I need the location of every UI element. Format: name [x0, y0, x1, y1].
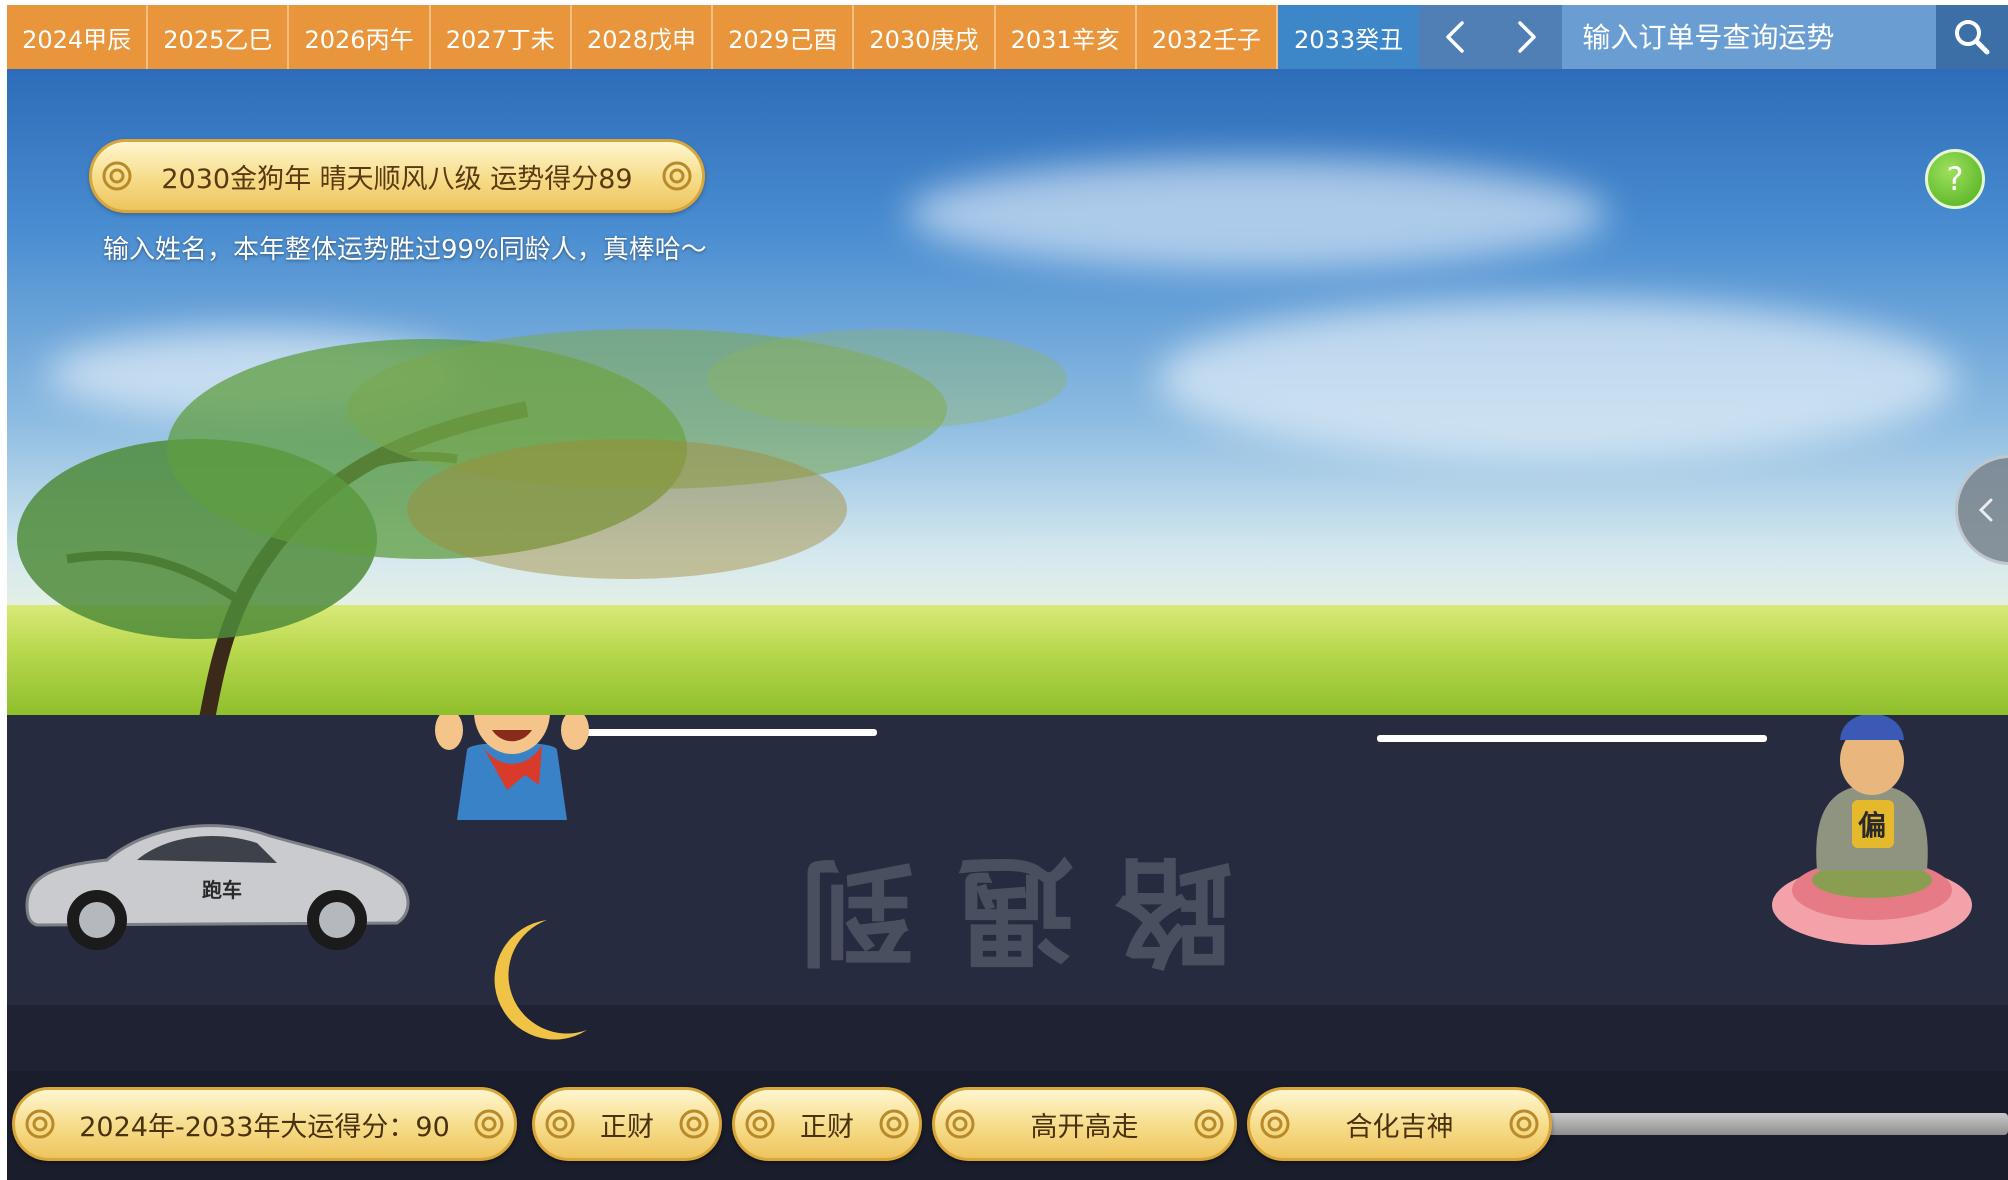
- swirl-ornament-icon: [945, 1109, 975, 1139]
- tag-label: 正财: [800, 1111, 854, 1143]
- swirl-ornament-icon: [1260, 1109, 1290, 1139]
- next-year-button[interactable]: [1490, 5, 1563, 69]
- swirl-ornament-icon: [679, 1109, 709, 1139]
- tab-year-2033[interactable]: 2033癸丑: [1277, 5, 1420, 69]
- road-painted-text: 路遇到: [759, 841, 1234, 979]
- chevron-left-icon: [1978, 498, 1993, 522]
- year-tab-bar: 2024甲辰 2025乙巳 2026丙午 2027丁未 2028戊申 2029己…: [7, 5, 2008, 69]
- tag-button-zhengcai-2[interactable]: 正财: [732, 1087, 922, 1161]
- chevron-left-icon: [1446, 21, 1464, 53]
- tab-year-2024[interactable]: 2024甲辰: [7, 5, 149, 69]
- car-label: 跑车: [202, 878, 242, 902]
- decade-score-label: 2024年-2033年大运得分：90: [79, 1111, 450, 1143]
- sky-scene: 2030金狗年 晴天顺风八级 运势得分89 输入姓名，本年整体运势胜过99%同龄…: [7, 69, 2008, 715]
- swirl-ornament-icon: [1509, 1109, 1539, 1139]
- order-search-input[interactable]: [1562, 5, 1937, 69]
- tab-year-2027[interactable]: 2027丁未: [430, 5, 572, 69]
- swirl-ornament-icon: [879, 1109, 909, 1139]
- year-score-banner: 2030金狗年 晴天顺风八级 运势得分89: [89, 139, 705, 213]
- sports-car-image: 跑车: [25, 824, 410, 950]
- search-button[interactable]: [1936, 5, 2008, 69]
- swirl-ornament-icon: [545, 1109, 575, 1139]
- road-scene: 路遇到 跑车 偏: [7, 715, 2008, 1075]
- tree-image: [17, 329, 1067, 715]
- tab-year-2026[interactable]: 2026丙午: [289, 5, 431, 69]
- chevron-right-icon: [1517, 21, 1536, 53]
- tab-year-2029[interactable]: 2029己酉: [713, 5, 855, 69]
- search-icon: [1955, 20, 1990, 55]
- lane-marking: [567, 729, 877, 736]
- tab-year-2028[interactable]: 2028戊申: [571, 5, 714, 69]
- crescent-moon-icon: [494, 920, 587, 1040]
- cartoon-man-image: [435, 715, 589, 820]
- buddha-on-lotus-image: 偏: [1772, 715, 1972, 945]
- swirl-ornament-icon: [1194, 1109, 1224, 1139]
- tag-label: 合化吉神: [1345, 1111, 1454, 1143]
- tag-label: 高开高走: [1030, 1111, 1139, 1143]
- tag-button-zhengcai-1[interactable]: 正财: [532, 1087, 722, 1161]
- tab-year-2031[interactable]: 2031辛亥: [995, 5, 1137, 69]
- fortune-subtitle: 输入姓名，本年整体运势胜过99%同龄人，真棒哈～: [103, 235, 707, 265]
- tab-year-2025[interactable]: 2025乙巳: [148, 5, 290, 69]
- tag-label: 正财: [600, 1111, 654, 1143]
- tab-year-2030[interactable]: 2030庚戌: [854, 5, 996, 69]
- swirl-ornament-icon: [745, 1109, 775, 1139]
- buddha-badge-text: 偏: [1858, 809, 1886, 842]
- swirl-ornament-icon: [474, 1109, 504, 1139]
- help-button[interactable]: ?: [1925, 149, 1985, 209]
- tab-year-2032[interactable]: 2032壬子: [1136, 5, 1278, 69]
- cloud: [1157, 299, 1957, 459]
- swirl-ornament-icon: [25, 1109, 55, 1139]
- swirl-ornament-icon: [102, 161, 132, 191]
- tag-button-hehua-jishen[interactable]: 合化吉神: [1247, 1087, 1552, 1161]
- decade-score-button[interactable]: 2024年-2033年大运得分：90: [12, 1087, 517, 1161]
- lane-marking: [1377, 735, 1767, 742]
- fortune-page: 2024甲辰 2025乙巳 2026丙午 2027丁未 2028戊申 2029己…: [7, 5, 2008, 1180]
- year-score-text: 2030金狗年 晴天顺风八级 运势得分89: [161, 163, 633, 195]
- prev-year-button[interactable]: [1419, 5, 1491, 69]
- tag-button-gaokai-gaozou[interactable]: 高开高走: [932, 1087, 1237, 1161]
- bottom-rail: [1547, 1113, 2008, 1135]
- swirl-ornament-icon: [662, 161, 692, 191]
